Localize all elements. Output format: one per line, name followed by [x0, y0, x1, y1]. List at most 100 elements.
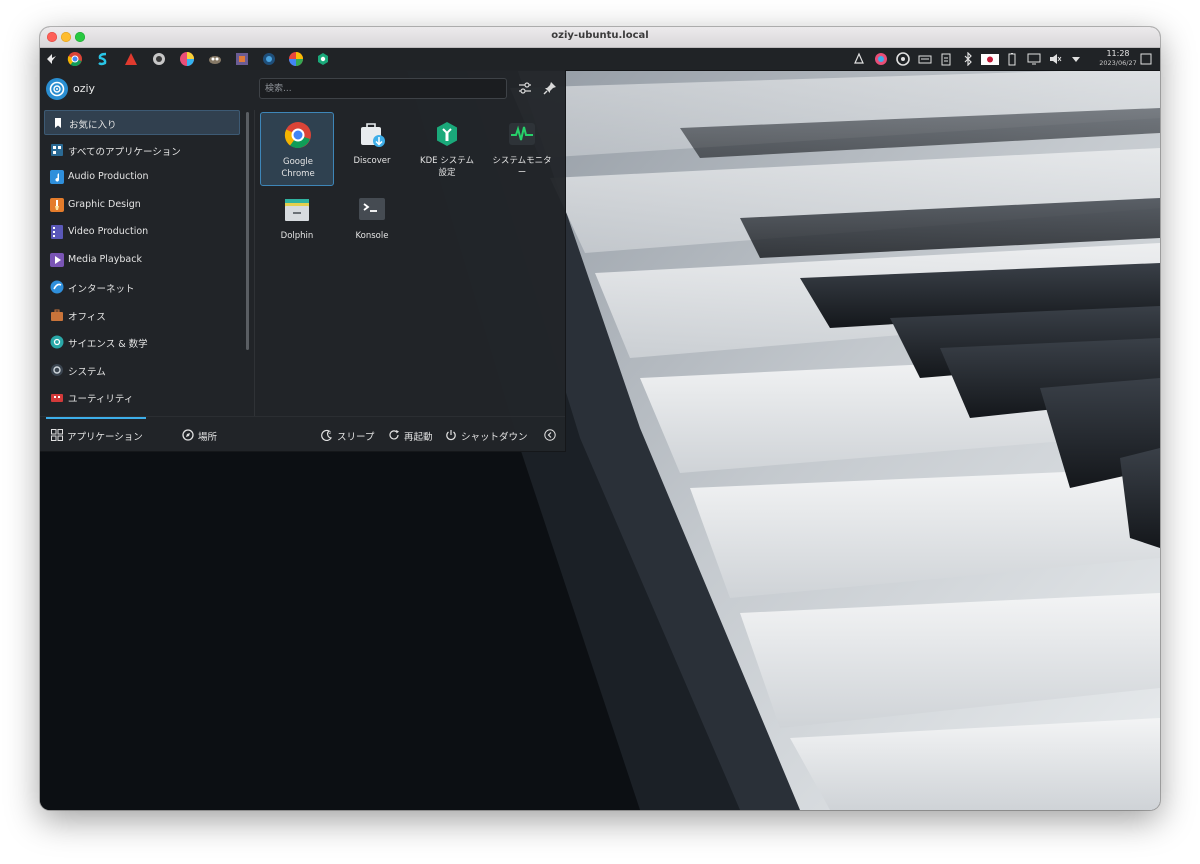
- clock-date[interactable]: 2023/06/27: [1090, 59, 1146, 67]
- app-google-chrome[interactable]: Google Chrome: [260, 112, 334, 186]
- play-icon: [50, 252, 64, 267]
- window-title: oziy-ubuntu.local: [551, 30, 649, 41]
- configure-icon[interactable]: [517, 80, 533, 96]
- alarm-icon[interactable]: [852, 52, 866, 66]
- chrome-icon[interactable]: [67, 51, 83, 67]
- sleep-moon-icon: z: [321, 429, 332, 441]
- system-settings-icon: [437, 122, 457, 146]
- system-monitor-icon: [509, 123, 535, 145]
- category-utilities[interactable]: ユーティリティ: [44, 385, 240, 410]
- app-kde-system-settings[interactable]: KDE システム設定: [410, 112, 484, 186]
- bluetooth-icon[interactable]: [961, 52, 975, 66]
- shutdown-label: シャットダウン: [461, 432, 528, 443]
- folder-icon: [285, 199, 309, 221]
- category-label: Media Playback: [68, 253, 142, 265]
- film-icon: [51, 225, 63, 239]
- svg-text:z: z: [329, 430, 331, 435]
- active-tab-indicator: [46, 417, 146, 419]
- battery-icon[interactable]: [1005, 52, 1019, 66]
- restart-icon: [389, 430, 399, 440]
- volume-icon[interactable]: [1048, 52, 1062, 66]
- clock-time[interactable]: 11:28: [1100, 49, 1136, 58]
- color-wheel-icon[interactable]: [288, 51, 304, 67]
- application-launcher: oziy お気に入り すべてのアプリケーション: [40, 70, 566, 452]
- app-konsole[interactable]: Konsole: [335, 187, 409, 261]
- keyboard-icon[interactable]: [918, 52, 932, 66]
- globe-icon: [50, 280, 64, 294]
- chrome-icon: [284, 122, 311, 148]
- app-label: KDE システム設定: [420, 156, 474, 178]
- category-graphic-design[interactable]: Graphic Design: [44, 193, 240, 218]
- user-avatar[interactable]: [46, 78, 68, 100]
- discover-bag-icon: [361, 123, 385, 147]
- category-list: お気に入り すべてのアプリケーション Audio Production Grap…: [44, 110, 240, 413]
- s-app-icon[interactable]: [95, 51, 111, 67]
- color-picker-icon[interactable]: [874, 52, 888, 66]
- japan-flag-icon[interactable]: [981, 52, 999, 66]
- expand-arrow-icon[interactable]: [1069, 52, 1083, 66]
- app-label: Konsole: [355, 231, 389, 241]
- chevron-left-icon: [544, 429, 556, 441]
- display-icon[interactable]: [1027, 52, 1041, 66]
- category-label: オフィス: [68, 311, 106, 323]
- category-science-math[interactable]: サイエンス & 数学: [44, 330, 240, 355]
- app-dolphin[interactable]: Dolphin: [260, 187, 334, 261]
- color-ball-icon[interactable]: [179, 51, 195, 67]
- desktop-wallpaper: 11:28 2023/06/27 oziy 検索... お気に入り すべてのアプ…: [40, 48, 1160, 810]
- category-scrollbar[interactable]: [246, 112, 249, 350]
- blue-ring-icon[interactable]: [261, 51, 277, 67]
- title-bar[interactable]: oziy-ubuntu.local: [40, 27, 1160, 48]
- toolbox-icon: [51, 394, 63, 402]
- category-internet[interactable]: インターネット: [44, 275, 240, 300]
- search-input[interactable]: [259, 78, 507, 99]
- category-label: システム: [68, 366, 106, 378]
- show-desktop-icon[interactable]: [1139, 52, 1153, 66]
- green-app-icon[interactable]: [315, 51, 331, 67]
- app-system-monitor[interactable]: システムモニター: [485, 112, 559, 186]
- category-office[interactable]: オフィス: [44, 303, 240, 328]
- username: oziy: [73, 82, 96, 95]
- app-discover[interactable]: Discover: [335, 112, 409, 186]
- brush-icon: [50, 197, 64, 212]
- app-label: システムモニター: [492, 156, 552, 178]
- music-note-icon: [50, 170, 64, 184]
- category-favorites[interactable]: お気に入り: [44, 110, 240, 135]
- bookmark-icon: [55, 118, 61, 128]
- box-app-icon[interactable]: [234, 51, 250, 67]
- category-all-applications[interactable]: すべてのアプリケーション: [44, 138, 240, 163]
- sleep-label: スリープ: [337, 432, 375, 443]
- category-video-production[interactable]: Video Production: [44, 220, 240, 245]
- kde-icon[interactable]: [44, 51, 60, 67]
- panel-divider: [254, 110, 255, 416]
- tab-label: 場所: [198, 432, 218, 443]
- category-label: すべてのアプリケーション: [68, 146, 181, 158]
- terminal-icon: [359, 198, 385, 220]
- gear-app-icon[interactable]: [151, 51, 167, 67]
- category-label: Audio Production: [68, 171, 149, 182]
- power-icon: [446, 430, 456, 441]
- gimp-icon[interactable]: [207, 51, 223, 67]
- category-label: ユーティリティ: [68, 394, 134, 405]
- category-label: お気に入り: [69, 120, 117, 131]
- red-triangle-icon[interactable]: [123, 51, 139, 67]
- restart-label: 再起動: [404, 432, 433, 443]
- app-label: Google Chrome: [281, 157, 315, 179]
- top-panel: 11:28 2023/06/27: [40, 48, 1160, 71]
- grid-apps-icon: [51, 143, 63, 156]
- pin-icon[interactable]: [542, 80, 558, 96]
- atom-icon: [50, 335, 64, 349]
- disk-icon[interactable]: [896, 52, 910, 66]
- app-label: Dolphin: [280, 231, 314, 241]
- category-audio-production[interactable]: Audio Production: [44, 165, 240, 190]
- category-label: サイエンス & 数学: [68, 339, 148, 350]
- vm-window: oziy-ubuntu.local 11:28 2023/06/27 oziy …: [40, 27, 1160, 810]
- compass-icon: [182, 429, 194, 441]
- tab-label: アプリケーション: [67, 432, 143, 443]
- briefcase-icon: [51, 309, 63, 321]
- clipboard-icon[interactable]: [939, 52, 953, 66]
- system-gear-icon: [51, 363, 63, 376]
- grid-icon: [51, 429, 63, 441]
- category-label: Video Production: [68, 226, 149, 237]
- category-system[interactable]: システム: [44, 358, 240, 383]
- category-media-playback[interactable]: Media Playback: [44, 248, 240, 273]
